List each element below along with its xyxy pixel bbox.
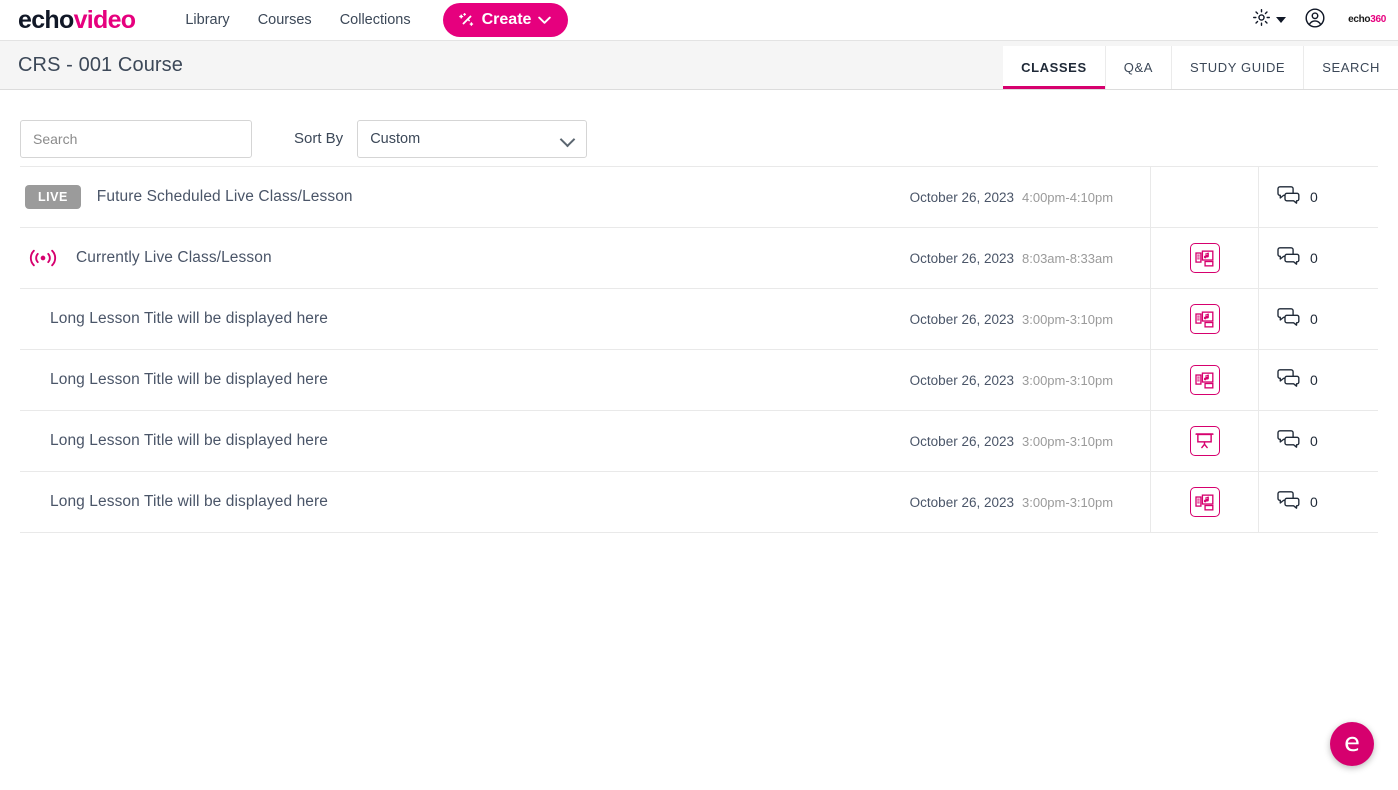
media-slides-icon[interactable] bbox=[1189, 365, 1220, 395]
class-date: October 26, 2023 bbox=[909, 189, 1014, 205]
class-title-cell[interactable]: Currently Live Class/Lesson bbox=[20, 248, 910, 268]
comment-count: 0 bbox=[1310, 250, 1318, 266]
chevron-down-icon bbox=[538, 16, 552, 25]
class-list: LIVE Future Scheduled Live Class/Lesson … bbox=[20, 166, 1378, 533]
nav-link-courses[interactable]: Courses bbox=[244, 6, 326, 34]
class-time: 3:00pm-3:10pm bbox=[1022, 494, 1114, 510]
sort-by-select-value[interactable]: Custom bbox=[357, 119, 588, 158]
tab-search[interactable]: SEARCH bbox=[1304, 46, 1398, 89]
class-title-cell[interactable]: Long Lesson Title will be displayed here bbox=[20, 310, 910, 328]
presentation-icon[interactable] bbox=[1189, 426, 1220, 456]
class-title: Future Scheduled Live Class/Lesson bbox=[96, 188, 353, 205]
class-date: October 26, 2023 bbox=[909, 494, 1014, 510]
filter-toolbar: Sort By Custom bbox=[0, 90, 1398, 166]
magic-wand-icon bbox=[458, 12, 475, 29]
comment-count: 0 bbox=[1310, 311, 1318, 327]
class-time: 3:00pm-3:10pm bbox=[1022, 311, 1114, 327]
comments-cell[interactable]: 0 bbox=[1258, 349, 1378, 411]
class-time: 8:03am-8:33am bbox=[1022, 250, 1114, 266]
comments-cell[interactable]: 0 bbox=[1258, 166, 1378, 228]
page-title: CRS - 001 Course bbox=[18, 53, 183, 76]
create-button[interactable]: Create bbox=[442, 3, 569, 37]
media-cell bbox=[1150, 471, 1258, 533]
create-button-label: Create bbox=[481, 11, 532, 28]
class-title: Long Lesson Title will be displayed here bbox=[50, 371, 329, 388]
course-title-bar: CRS - 001 Course CLASSES Q&A STUDY GUIDE… bbox=[0, 40, 1398, 90]
class-date: October 26, 2023 bbox=[909, 311, 1014, 327]
comment-count: 0 bbox=[1310, 189, 1318, 205]
echovideo-logo[interactable]: echovideo bbox=[18, 5, 136, 34]
class-time: 3:00pm-3:10pm bbox=[1022, 372, 1114, 388]
class-date: October 26, 2023 bbox=[909, 433, 1014, 449]
media-cell bbox=[1150, 288, 1258, 350]
table-row[interactable]: Long Lesson Title will be displayed here… bbox=[20, 288, 1378, 350]
echo360-logo: echo360 bbox=[1348, 15, 1386, 25]
main-nav-links: Library Courses Collections bbox=[171, 6, 424, 34]
gear-icon bbox=[1252, 8, 1271, 32]
comments-cell[interactable]: 0 bbox=[1258, 410, 1378, 472]
comment-count: 0 bbox=[1310, 372, 1318, 388]
class-title-cell[interactable]: Long Lesson Title will be displayed here bbox=[20, 432, 910, 450]
echo360-logo-360: 360 bbox=[1370, 14, 1386, 25]
media-cell bbox=[1150, 227, 1258, 289]
table-row[interactable]: Long Lesson Title will be displayed here… bbox=[20, 410, 1378, 472]
comments-icon bbox=[1277, 490, 1301, 515]
tab-study-guide[interactable]: STUDY GUIDE bbox=[1172, 46, 1305, 89]
table-row[interactable]: Long Lesson Title will be displayed here… bbox=[20, 471, 1378, 533]
class-title-cell[interactable]: Long Lesson Title will be displayed here bbox=[20, 493, 910, 511]
sort-by-select[interactable]: Custom bbox=[357, 119, 588, 158]
class-title-cell[interactable]: Long Lesson Title will be displayed here bbox=[20, 371, 910, 389]
table-row[interactable]: LIVE Future Scheduled Live Class/Lesson … bbox=[20, 166, 1378, 228]
nav-link-library[interactable]: Library bbox=[171, 6, 243, 34]
top-navigation-bar: echovideo Library Courses Collections Cr… bbox=[0, 0, 1398, 40]
comment-count: 0 bbox=[1310, 433, 1318, 449]
comments-cell[interactable]: 0 bbox=[1258, 471, 1378, 533]
class-date: October 26, 2023 bbox=[909, 250, 1014, 266]
media-slides-icon[interactable] bbox=[1189, 487, 1220, 517]
media-cell bbox=[1150, 410, 1258, 472]
class-title-cell[interactable]: LIVE Future Scheduled Live Class/Lesson bbox=[20, 184, 910, 210]
status-badge: LIVE bbox=[25, 184, 81, 210]
class-title: Long Lesson Title will be displayed here bbox=[50, 432, 329, 449]
class-title: Long Lesson Title will be displayed here bbox=[50, 493, 329, 510]
echo-help-fab-button[interactable]: e bbox=[1330, 722, 1374, 766]
comments-icon bbox=[1277, 429, 1301, 454]
table-row[interactable]: Long Lesson Title will be displayed here… bbox=[20, 349, 1378, 411]
comments-icon bbox=[1277, 307, 1301, 332]
sort-by-label: Sort By bbox=[294, 130, 344, 147]
comments-icon bbox=[1277, 246, 1301, 271]
logo-text-echo: echo bbox=[18, 5, 74, 34]
table-row[interactable]: Currently Live Class/Lesson October 26, … bbox=[20, 227, 1378, 289]
settings-menu-button[interactable] bbox=[1252, 8, 1287, 32]
comments-cell[interactable]: 0 bbox=[1258, 227, 1378, 289]
echo360-logo-echo: echo bbox=[1348, 14, 1371, 25]
comments-cell[interactable]: 0 bbox=[1258, 288, 1378, 350]
course-tabs: CLASSES Q&A STUDY GUIDE SEARCH bbox=[1003, 46, 1398, 89]
class-time: 3:00pm-3:10pm bbox=[1022, 433, 1114, 449]
fab-label: e bbox=[1344, 727, 1360, 758]
class-time: 4:00pm-4:10pm bbox=[1022, 189, 1114, 205]
comments-icon bbox=[1277, 185, 1301, 210]
chevron-down-icon bbox=[1276, 17, 1287, 23]
comments-icon bbox=[1277, 368, 1301, 393]
class-title: Long Lesson Title will be displayed here bbox=[50, 310, 329, 327]
search-input[interactable] bbox=[20, 119, 252, 158]
tab-classes[interactable]: CLASSES bbox=[1003, 46, 1106, 89]
media-slides-icon[interactable] bbox=[1189, 243, 1220, 273]
logo-text-video: video bbox=[73, 5, 136, 34]
user-account-button[interactable] bbox=[1304, 7, 1326, 34]
nav-link-collections[interactable]: Collections bbox=[326, 6, 425, 34]
media-slides-icon[interactable] bbox=[1189, 304, 1220, 334]
comment-count: 0 bbox=[1310, 494, 1318, 510]
top-nav-right-actions: echo360 bbox=[1252, 0, 1386, 40]
media-cell bbox=[1150, 166, 1258, 228]
on-air-broadcast-icon bbox=[25, 248, 61, 268]
class-title: Currently Live Class/Lesson bbox=[76, 249, 272, 266]
user-account-icon bbox=[1305, 7, 1325, 28]
media-cell bbox=[1150, 349, 1258, 411]
class-date: October 26, 2023 bbox=[909, 372, 1014, 388]
tab-qa[interactable]: Q&A bbox=[1105, 46, 1172, 89]
